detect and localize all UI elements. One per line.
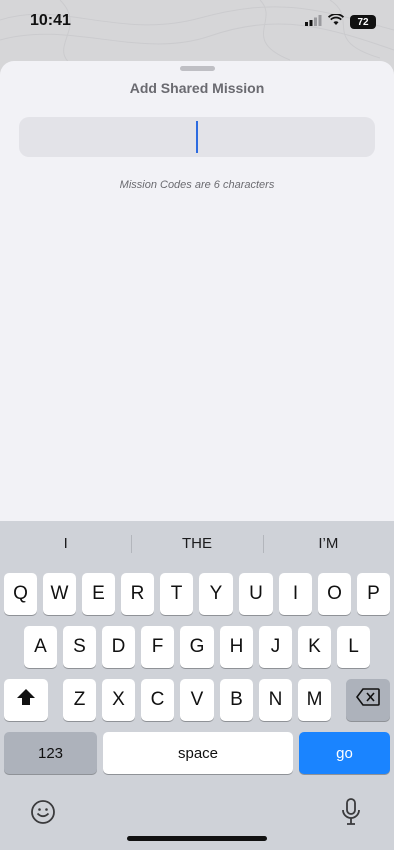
mission-code-hint: Mission Codes are 6 characters (119, 179, 275, 191)
numbers-key[interactable]: 123 (4, 732, 97, 774)
space-key[interactable]: space (103, 732, 293, 774)
text-caret (196, 121, 198, 153)
sheet-title: Add Shared Mission (129, 80, 265, 96)
key-y[interactable]: Y (199, 573, 233, 615)
key-d[interactable]: D (102, 626, 135, 668)
key-u[interactable]: U (239, 573, 273, 615)
backspace-icon (356, 688, 380, 712)
key-c[interactable]: C (141, 679, 174, 721)
add-shared-mission-sheet: Add Shared Mission Mission Codes are 6 c… (0, 61, 394, 521)
sheet-grabber[interactable] (180, 66, 215, 71)
microphone-icon[interactable] (340, 797, 362, 832)
suggestion-item[interactable]: I’M (262, 529, 394, 559)
key-j[interactable]: J (259, 626, 292, 668)
keyboard: I THE I’M Q W E R T Y U I O P A S D F G … (0, 521, 394, 850)
key-n[interactable]: N (259, 679, 292, 721)
key-f[interactable]: F (141, 626, 174, 668)
key-w[interactable]: W (43, 573, 76, 615)
delete-key[interactable] (346, 679, 390, 721)
key-a[interactable]: A (24, 626, 57, 668)
wifi-icon (327, 13, 345, 31)
home-indicator (127, 836, 267, 841)
battery-icon: 72 (350, 15, 376, 29)
key-s[interactable]: S (63, 626, 96, 668)
key-v[interactable]: V (180, 679, 214, 721)
suggestion-bar: I THE I’M (0, 529, 394, 559)
key-k[interactable]: K (298, 626, 331, 668)
key-r[interactable]: R (121, 573, 154, 615)
key-h[interactable]: H (220, 626, 253, 668)
status-bar: 10:41 72 (0, 0, 394, 48)
suggestion-item[interactable]: I (0, 529, 131, 559)
key-b[interactable]: B (220, 679, 253, 721)
go-key[interactable]: go (299, 732, 390, 774)
key-x[interactable]: X (102, 679, 135, 721)
key-l[interactable]: L (337, 626, 370, 668)
key-p[interactable]: P (357, 573, 390, 615)
key-m[interactable]: M (298, 679, 331, 721)
status-time: 10:41 (30, 12, 71, 29)
cellular-signal-icon (305, 13, 322, 31)
emoji-icon[interactable] (30, 799, 56, 830)
mission-code-input[interactable] (19, 117, 375, 157)
shift-icon (16, 688, 36, 712)
key-e[interactable]: E (82, 573, 115, 615)
key-q[interactable]: Q (4, 573, 37, 615)
suggestion-item[interactable]: THE (131, 529, 262, 559)
key-z[interactable]: Z (63, 679, 96, 721)
key-g[interactable]: G (180, 626, 214, 668)
key-o[interactable]: O (318, 573, 351, 615)
shift-key[interactable] (4, 679, 48, 721)
key-t[interactable]: T (160, 573, 193, 615)
key-i[interactable]: I (279, 573, 312, 615)
